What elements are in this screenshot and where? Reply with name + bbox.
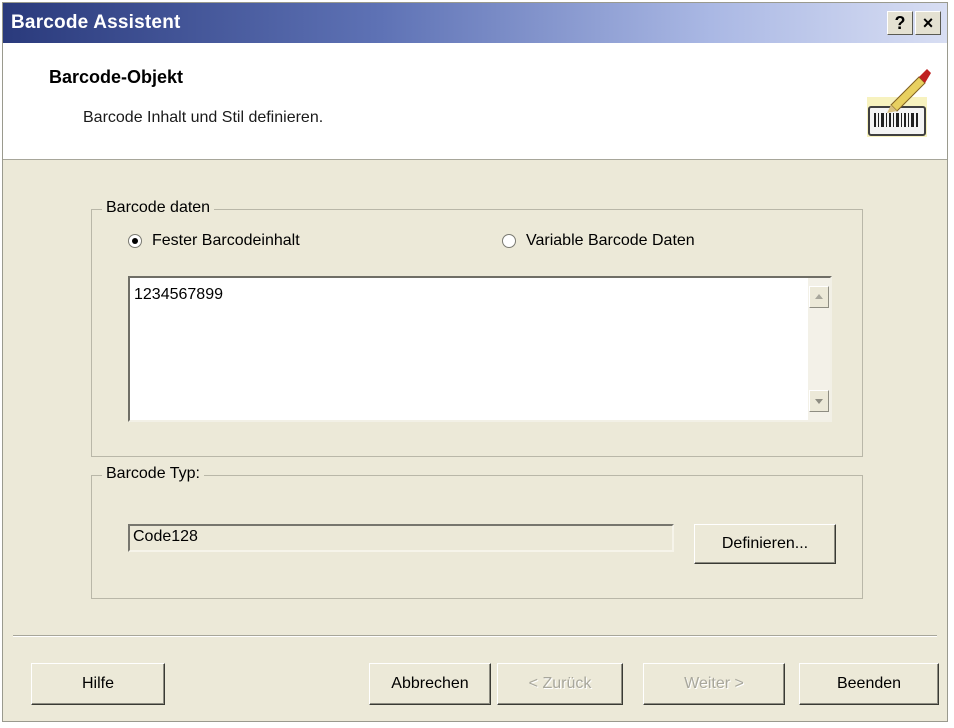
scroll-down-button[interactable] (809, 390, 829, 412)
help-title-button[interactable]: ? (887, 11, 913, 35)
radio-checked-icon (128, 234, 142, 248)
window-title: Barcode Assistent (11, 12, 181, 33)
cancel-button[interactable]: Abbrechen (369, 663, 491, 705)
help-button[interactable]: Hilfe (31, 663, 165, 705)
radio-fixed-content[interactable]: Fester Barcodeinhalt (128, 232, 300, 250)
barcode-type-field: Code128 (128, 524, 674, 552)
close-icon: × (922, 12, 934, 33)
arrow-up-icon (815, 294, 823, 299)
page-subtitle: Barcode Inhalt und Stil definieren. (83, 109, 324, 126)
vertical-scrollbar[interactable] (808, 278, 830, 420)
next-button[interactable]: Weiter > (643, 663, 785, 705)
radio-variable-label: Variable Barcode Daten (526, 232, 695, 249)
barcode-assistant-dialog: Barcode Assistent ? × Barcode-Objekt Bar… (2, 2, 948, 722)
page-title: Barcode-Objekt (49, 67, 184, 87)
question-icon: ? (894, 12, 906, 33)
barcode-data-group: Barcode daten Fester Barcodeinhalt Varia… (91, 199, 863, 457)
footer-separator (13, 635, 937, 637)
barcode-content-textarea[interactable]: 1234567899 (128, 276, 832, 422)
barcode-type-legend: Barcode Typ: (102, 465, 204, 483)
back-button[interactable]: < Zurück (497, 663, 623, 705)
close-button[interactable]: × (915, 11, 941, 35)
barcode-content-value: 1234567899 (134, 286, 223, 303)
radio-unchecked-icon (502, 234, 516, 248)
finish-button[interactable]: Beenden (799, 663, 939, 705)
barcode-data-legend: Barcode daten (102, 199, 215, 217)
barcode-type-group: Barcode Typ: Code128 Definieren... (91, 465, 863, 599)
title-bar[interactable]: Barcode Assistent ? × (3, 3, 947, 43)
radio-variable-data[interactable]: Variable Barcode Daten (502, 232, 695, 250)
barcode-wizard-icon (867, 69, 931, 137)
wizard-header: Barcode-Objekt Barcode Inhalt und Stil d… (3, 43, 947, 160)
scroll-up-button[interactable] (809, 286, 829, 308)
radio-fixed-label: Fester Barcodeinhalt (152, 232, 300, 249)
arrow-down-icon (815, 399, 823, 404)
define-button[interactable]: Definieren... (694, 524, 836, 564)
